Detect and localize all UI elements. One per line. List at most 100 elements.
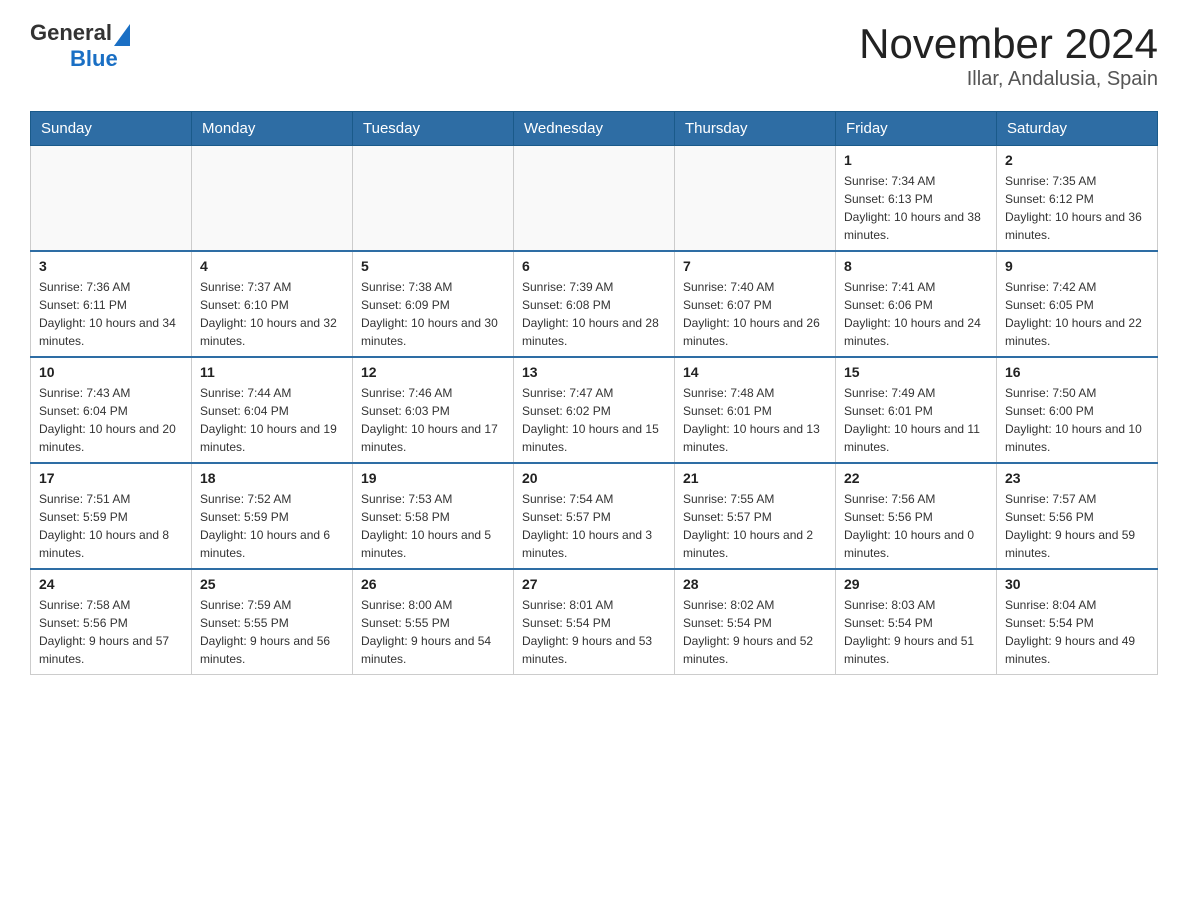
day-sun-info: Sunrise: 8:00 AMSunset: 5:55 PMDaylight:… — [361, 596, 505, 668]
day-sun-info: Sunrise: 7:53 AMSunset: 5:58 PMDaylight:… — [361, 490, 505, 562]
calendar-day-cell: 26 Sunrise: 8:00 AMSunset: 5:55 PMDayligh… — [353, 569, 514, 675]
calendar-day-cell: 7 Sunrise: 7:40 AMSunset: 6:07 PMDaylight… — [675, 251, 836, 357]
calendar-day-cell — [31, 146, 192, 252]
day-number: 8 — [844, 258, 988, 274]
calendar-day-cell: 28 Sunrise: 8:02 AMSunset: 5:54 PMDayligh… — [675, 569, 836, 675]
day-number: 16 — [1005, 364, 1149, 380]
day-number: 25 — [200, 576, 344, 592]
calendar-day-cell — [675, 146, 836, 252]
calendar-day-cell — [353, 146, 514, 252]
day-sun-info: Sunrise: 7:43 AMSunset: 6:04 PMDaylight:… — [39, 384, 183, 456]
calendar-day-cell: 20 Sunrise: 7:54 AMSunset: 5:57 PMDayligh… — [514, 463, 675, 569]
day-sun-info: Sunrise: 7:37 AMSunset: 6:10 PMDaylight:… — [200, 278, 344, 350]
calendar-day-cell: 29 Sunrise: 8:03 AMSunset: 5:54 PMDayligh… — [836, 569, 997, 675]
day-sun-info: Sunrise: 7:48 AMSunset: 6:01 PMDaylight:… — [683, 384, 827, 456]
day-sun-info: Sunrise: 7:55 AMSunset: 5:57 PMDaylight:… — [683, 490, 827, 562]
calendar-location: Illar, Andalusia, Spain — [859, 68, 1158, 91]
calendar-day-cell: 8 Sunrise: 7:41 AMSunset: 6:06 PMDaylight… — [836, 251, 997, 357]
calendar-day-cell: 14 Sunrise: 7:48 AMSunset: 6:01 PMDayligh… — [675, 357, 836, 463]
day-number: 4 — [200, 258, 344, 274]
calendar-day-cell: 30 Sunrise: 8:04 AMSunset: 5:54 PMDayligh… — [997, 569, 1158, 675]
day-number: 28 — [683, 576, 827, 592]
day-sun-info: Sunrise: 7:49 AMSunset: 6:01 PMDaylight:… — [844, 384, 988, 456]
calendar-day-cell: 23Sunrise: 7:57 AMSunset: 5:56 PMDayligh… — [997, 463, 1158, 569]
weekday-header-friday: Friday — [836, 112, 997, 146]
day-number: 30 — [1005, 576, 1149, 592]
day-number: 24 — [39, 576, 183, 592]
day-sun-info: Sunrise: 8:02 AMSunset: 5:54 PMDaylight:… — [683, 596, 827, 668]
day-sun-info: Sunrise: 7:39 AMSunset: 6:08 PMDaylight:… — [522, 278, 666, 350]
day-number: 21 — [683, 470, 827, 486]
calendar-day-cell: 16 Sunrise: 7:50 AMSunset: 6:00 PMDayligh… — [997, 357, 1158, 463]
day-number: 3 — [39, 258, 183, 274]
calendar-week-row: 24Sunrise: 7:58 AMSunset: 5:56 PMDayligh… — [31, 569, 1158, 675]
logo: General Blue — [30, 20, 130, 72]
day-number: 1 — [844, 152, 988, 168]
calendar-day-cell: 21 Sunrise: 7:55 AMSunset: 5:57 PMDayligh… — [675, 463, 836, 569]
day-number: 2 — [1005, 152, 1149, 168]
weekday-header-row: SundayMondayTuesdayWednesdayThursdayFrid… — [31, 112, 1158, 146]
day-sun-info: Sunrise: 8:04 AMSunset: 5:54 PMDaylight:… — [1005, 596, 1149, 668]
logo-triangle-icon — [114, 24, 130, 46]
day-number: 29 — [844, 576, 988, 592]
day-number: 19 — [361, 470, 505, 486]
calendar-day-cell: 18 Sunrise: 7:52 AMSunset: 5:59 PMDayligh… — [192, 463, 353, 569]
calendar-day-cell: 25 Sunrise: 7:59 AMSunset: 5:55 PMDayligh… — [192, 569, 353, 675]
logo-blue-text: Blue — [70, 46, 118, 72]
calendar-day-cell: 17 Sunrise: 7:51 AMSunset: 5:59 PMDayligh… — [31, 463, 192, 569]
calendar-week-row: 10 Sunrise: 7:43 AMSunset: 6:04 PMDayligh… — [31, 357, 1158, 463]
day-number: 14 — [683, 364, 827, 380]
day-number: 13 — [522, 364, 666, 380]
day-sun-info: Sunrise: 8:01 AMSunset: 5:54 PMDaylight:… — [522, 596, 666, 668]
calendar-day-cell: 24Sunrise: 7:58 AMSunset: 5:56 PMDayligh… — [31, 569, 192, 675]
day-number: 10 — [39, 364, 183, 380]
calendar-day-cell: 4 Sunrise: 7:37 AMSunset: 6:10 PMDaylight… — [192, 251, 353, 357]
day-number: 18 — [200, 470, 344, 486]
day-sun-info: Sunrise: 8:03 AMSunset: 5:54 PMDaylight:… — [844, 596, 988, 668]
day-number: 12 — [361, 364, 505, 380]
weekday-header-saturday: Saturday — [997, 112, 1158, 146]
weekday-header-thursday: Thursday — [675, 112, 836, 146]
day-number: 7 — [683, 258, 827, 274]
day-sun-info: Sunrise: 7:38 AMSunset: 6:09 PMDaylight:… — [361, 278, 505, 350]
calendar-title: November 2024 — [859, 20, 1158, 68]
day-sun-info: Sunrise: 7:46 AMSunset: 6:03 PMDaylight:… — [361, 384, 505, 456]
day-number: 6 — [522, 258, 666, 274]
day-sun-info: Sunrise: 7:52 AMSunset: 5:59 PMDaylight:… — [200, 490, 344, 562]
weekday-header-monday: Monday — [192, 112, 353, 146]
title-area: November 2024 Illar, Andalusia, Spain — [859, 20, 1158, 91]
calendar-day-cell: 13 Sunrise: 7:47 AMSunset: 6:02 PMDayligh… — [514, 357, 675, 463]
day-sun-info: Sunrise: 7:50 AMSunset: 6:00 PMDaylight:… — [1005, 384, 1149, 456]
day-sun-info: Sunrise: 7:51 AMSunset: 5:59 PMDaylight:… — [39, 490, 183, 562]
day-sun-info: Sunrise: 7:56 AMSunset: 5:56 PMDaylight:… — [844, 490, 988, 562]
calendar-table: SundayMondayTuesdayWednesdayThursdayFrid… — [30, 111, 1158, 675]
day-number: 20 — [522, 470, 666, 486]
calendar-day-cell: 10 Sunrise: 7:43 AMSunset: 6:04 PMDayligh… — [31, 357, 192, 463]
day-number: 15 — [844, 364, 988, 380]
day-sun-info: Sunrise: 7:42 AMSunset: 6:05 PMDaylight:… — [1005, 278, 1149, 350]
day-sun-info: Sunrise: 7:36 AMSunset: 6:11 PMDaylight:… — [39, 278, 183, 350]
day-sun-info: Sunrise: 7:59 AMSunset: 5:55 PMDaylight:… — [200, 596, 344, 668]
day-number: 23 — [1005, 470, 1149, 486]
day-sun-info: Sunrise: 7:47 AMSunset: 6:02 PMDaylight:… — [522, 384, 666, 456]
day-number: 17 — [39, 470, 183, 486]
day-sun-info: Sunrise: 7:40 AMSunset: 6:07 PMDaylight:… — [683, 278, 827, 350]
day-number: 22 — [844, 470, 988, 486]
calendar-week-row: 3 Sunrise: 7:36 AMSunset: 6:11 PMDaylight… — [31, 251, 1158, 357]
calendar-day-cell: 15 Sunrise: 7:49 AMSunset: 6:01 PMDayligh… — [836, 357, 997, 463]
calendar-day-cell: 22 Sunrise: 7:56 AMSunset: 5:56 PMDayligh… — [836, 463, 997, 569]
day-sun-info: Sunrise: 7:34 AMSunset: 6:13 PMDaylight:… — [844, 172, 988, 244]
day-number: 27 — [522, 576, 666, 592]
day-sun-info: Sunrise: 7:41 AMSunset: 6:06 PMDaylight:… — [844, 278, 988, 350]
page-header: General Blue November 2024 Illar, Andalu… — [30, 20, 1158, 91]
calendar-day-cell: 2 Sunrise: 7:35 AMSunset: 6:12 PMDaylight… — [997, 146, 1158, 252]
weekday-header-wednesday: Wednesday — [514, 112, 675, 146]
calendar-day-cell: 12 Sunrise: 7:46 AMSunset: 6:03 PMDayligh… — [353, 357, 514, 463]
day-number: 11 — [200, 364, 344, 380]
day-number: 26 — [361, 576, 505, 592]
day-sun-info: Sunrise: 7:54 AMSunset: 5:57 PMDaylight:… — [522, 490, 666, 562]
calendar-week-row: 1 Sunrise: 7:34 AMSunset: 6:13 PMDaylight… — [31, 146, 1158, 252]
day-number: 9 — [1005, 258, 1149, 274]
day-sun-info: Sunrise: 7:35 AMSunset: 6:12 PMDaylight:… — [1005, 172, 1149, 244]
logo-general-text: General — [30, 20, 112, 46]
